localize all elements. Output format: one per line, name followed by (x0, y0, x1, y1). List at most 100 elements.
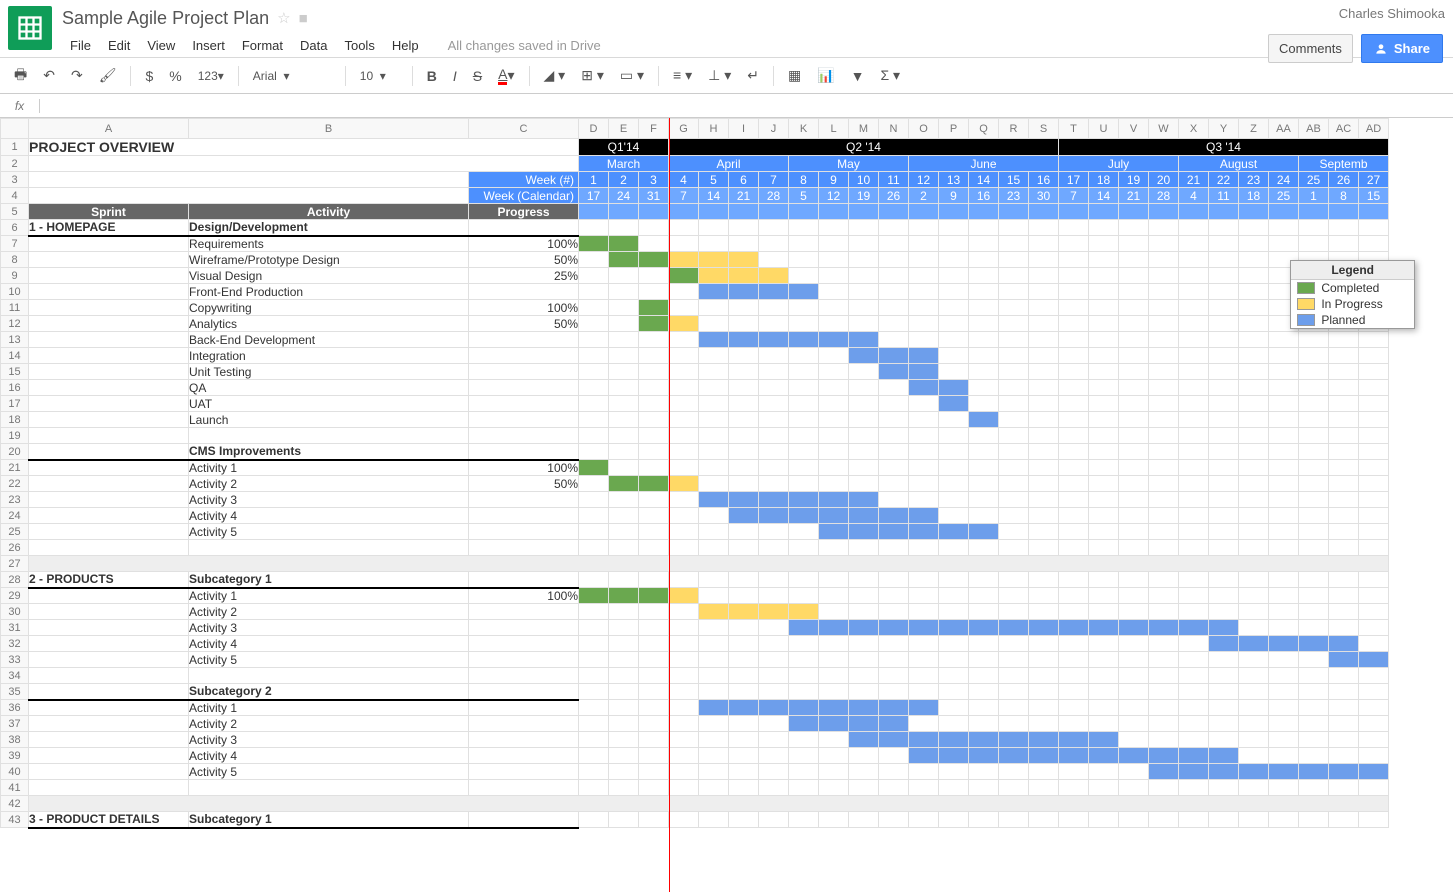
row-header[interactable]: 35 (1, 684, 29, 700)
gantt-cell[interactable] (1179, 220, 1209, 236)
gantt-cell[interactable] (1179, 492, 1209, 508)
gantt-cell[interactable] (1179, 300, 1209, 316)
activity-cell[interactable]: Activity 2 (189, 604, 469, 620)
gantt-cell[interactable] (579, 316, 609, 332)
row-header[interactable]: 25 (1, 524, 29, 540)
activity-cell[interactable]: Integration (189, 348, 469, 364)
gantt-cell[interactable] (1359, 684, 1389, 700)
gantt-cell[interactable] (1029, 620, 1059, 636)
gantt-cell[interactable] (1029, 588, 1059, 604)
gantt-cell[interactable] (669, 252, 699, 268)
gantt-cell[interactable] (849, 364, 879, 380)
gantt-cell[interactable] (849, 348, 879, 364)
gantt-cell[interactable] (879, 412, 909, 428)
gantt-cell[interactable] (669, 764, 699, 780)
gantt-cell[interactable] (789, 412, 819, 428)
gantt-cell[interactable] (609, 236, 639, 252)
gantt-cell[interactable] (639, 252, 669, 268)
gantt-cell[interactable] (1059, 572, 1089, 588)
sprint-cell[interactable] (29, 476, 189, 492)
gantt-cell[interactable] (1299, 764, 1329, 780)
gantt-cell[interactable] (1239, 540, 1269, 556)
gantt-cell[interactable] (669, 268, 699, 284)
activity-cell[interactable]: Launch (189, 412, 469, 428)
gantt-cell[interactable] (939, 508, 969, 524)
gantt-cell[interactable] (1029, 236, 1059, 252)
gantt-cell[interactable] (909, 300, 939, 316)
gantt-cell[interactable] (999, 284, 1029, 300)
gantt-cell[interactable] (1209, 316, 1239, 332)
gantt-cell[interactable] (639, 460, 669, 476)
gantt-cell[interactable] (849, 668, 879, 684)
gantt-cell[interactable] (1239, 732, 1269, 748)
gantt-cell[interactable] (609, 444, 639, 460)
gantt-cell[interactable] (1059, 300, 1089, 316)
gantt-cell[interactable] (579, 732, 609, 748)
gantt-cell[interactable] (579, 460, 609, 476)
progress-cell[interactable] (469, 220, 579, 236)
gantt-cell[interactable] (1239, 380, 1269, 396)
gantt-cell[interactable] (669, 620, 699, 636)
gantt-cell[interactable] (669, 604, 699, 620)
gantt-cell[interactable] (849, 220, 879, 236)
gantt-cell[interactable] (759, 636, 789, 652)
gantt-cell[interactable] (669, 492, 699, 508)
activity-cell[interactable]: Design/Development (189, 220, 469, 236)
gantt-cell[interactable] (969, 700, 999, 716)
gantt-cell[interactable] (1059, 588, 1089, 604)
gantt-cell[interactable] (1059, 476, 1089, 492)
gantt-cell[interactable] (1299, 236, 1329, 252)
gantt-cell[interactable] (729, 572, 759, 588)
gantt-cell[interactable] (999, 684, 1029, 700)
gantt-cell[interactable] (1299, 748, 1329, 764)
gantt-cell[interactable] (1149, 524, 1179, 540)
gantt-cell[interactable] (939, 588, 969, 604)
gantt-cell[interactable] (1299, 684, 1329, 700)
gantt-cell[interactable] (969, 716, 999, 732)
text-wrap-button[interactable]: ↵ (741, 63, 765, 88)
activity-cell[interactable]: Unit Testing (189, 364, 469, 380)
gantt-cell[interactable] (1329, 636, 1359, 652)
gantt-cell[interactable] (969, 460, 999, 476)
gantt-cell[interactable] (1179, 700, 1209, 716)
col-header[interactable]: N (879, 119, 909, 139)
gantt-cell[interactable] (729, 364, 759, 380)
gantt-cell[interactable] (819, 412, 849, 428)
gantt-cell[interactable] (1119, 412, 1149, 428)
gantt-cell[interactable] (639, 348, 669, 364)
gantt-cell[interactable] (849, 444, 879, 460)
gantt-cell[interactable] (1179, 476, 1209, 492)
gantt-cell[interactable] (1149, 476, 1179, 492)
gantt-cell[interactable] (1089, 668, 1119, 684)
gantt-cell[interactable] (699, 284, 729, 300)
gantt-cell[interactable] (1299, 332, 1329, 348)
progress-cell[interactable]: 100% (469, 236, 579, 252)
gantt-cell[interactable] (939, 380, 969, 396)
menu-format[interactable]: Format (234, 34, 291, 57)
gantt-cell[interactable] (1209, 508, 1239, 524)
gantt-cell[interactable] (759, 508, 789, 524)
gantt-cell[interactable] (759, 332, 789, 348)
gantt-cell[interactable] (1149, 620, 1179, 636)
gantt-cell[interactable] (669, 300, 699, 316)
gantt-cell[interactable] (1179, 380, 1209, 396)
gantt-cell[interactable] (819, 700, 849, 716)
gantt-cell[interactable] (999, 588, 1029, 604)
gantt-cell[interactable] (969, 428, 999, 444)
gantt-cell[interactable] (1299, 380, 1329, 396)
gantt-cell[interactable] (1059, 348, 1089, 364)
gantt-cell[interactable] (609, 684, 639, 700)
gantt-cell[interactable] (1209, 540, 1239, 556)
gantt-cell[interactable] (849, 524, 879, 540)
sprint-cell[interactable] (29, 316, 189, 332)
gantt-cell[interactable] (879, 540, 909, 556)
gantt-cell[interactable] (729, 268, 759, 284)
gantt-cell[interactable] (1029, 444, 1059, 460)
col-header[interactable]: C (469, 119, 579, 139)
gantt-cell[interactable] (969, 492, 999, 508)
gantt-cell[interactable] (1329, 236, 1359, 252)
sprint-cell[interactable] (29, 732, 189, 748)
activity-cell[interactable]: Analytics (189, 316, 469, 332)
gantt-cell[interactable] (1029, 252, 1059, 268)
gantt-cell[interactable] (729, 780, 759, 796)
